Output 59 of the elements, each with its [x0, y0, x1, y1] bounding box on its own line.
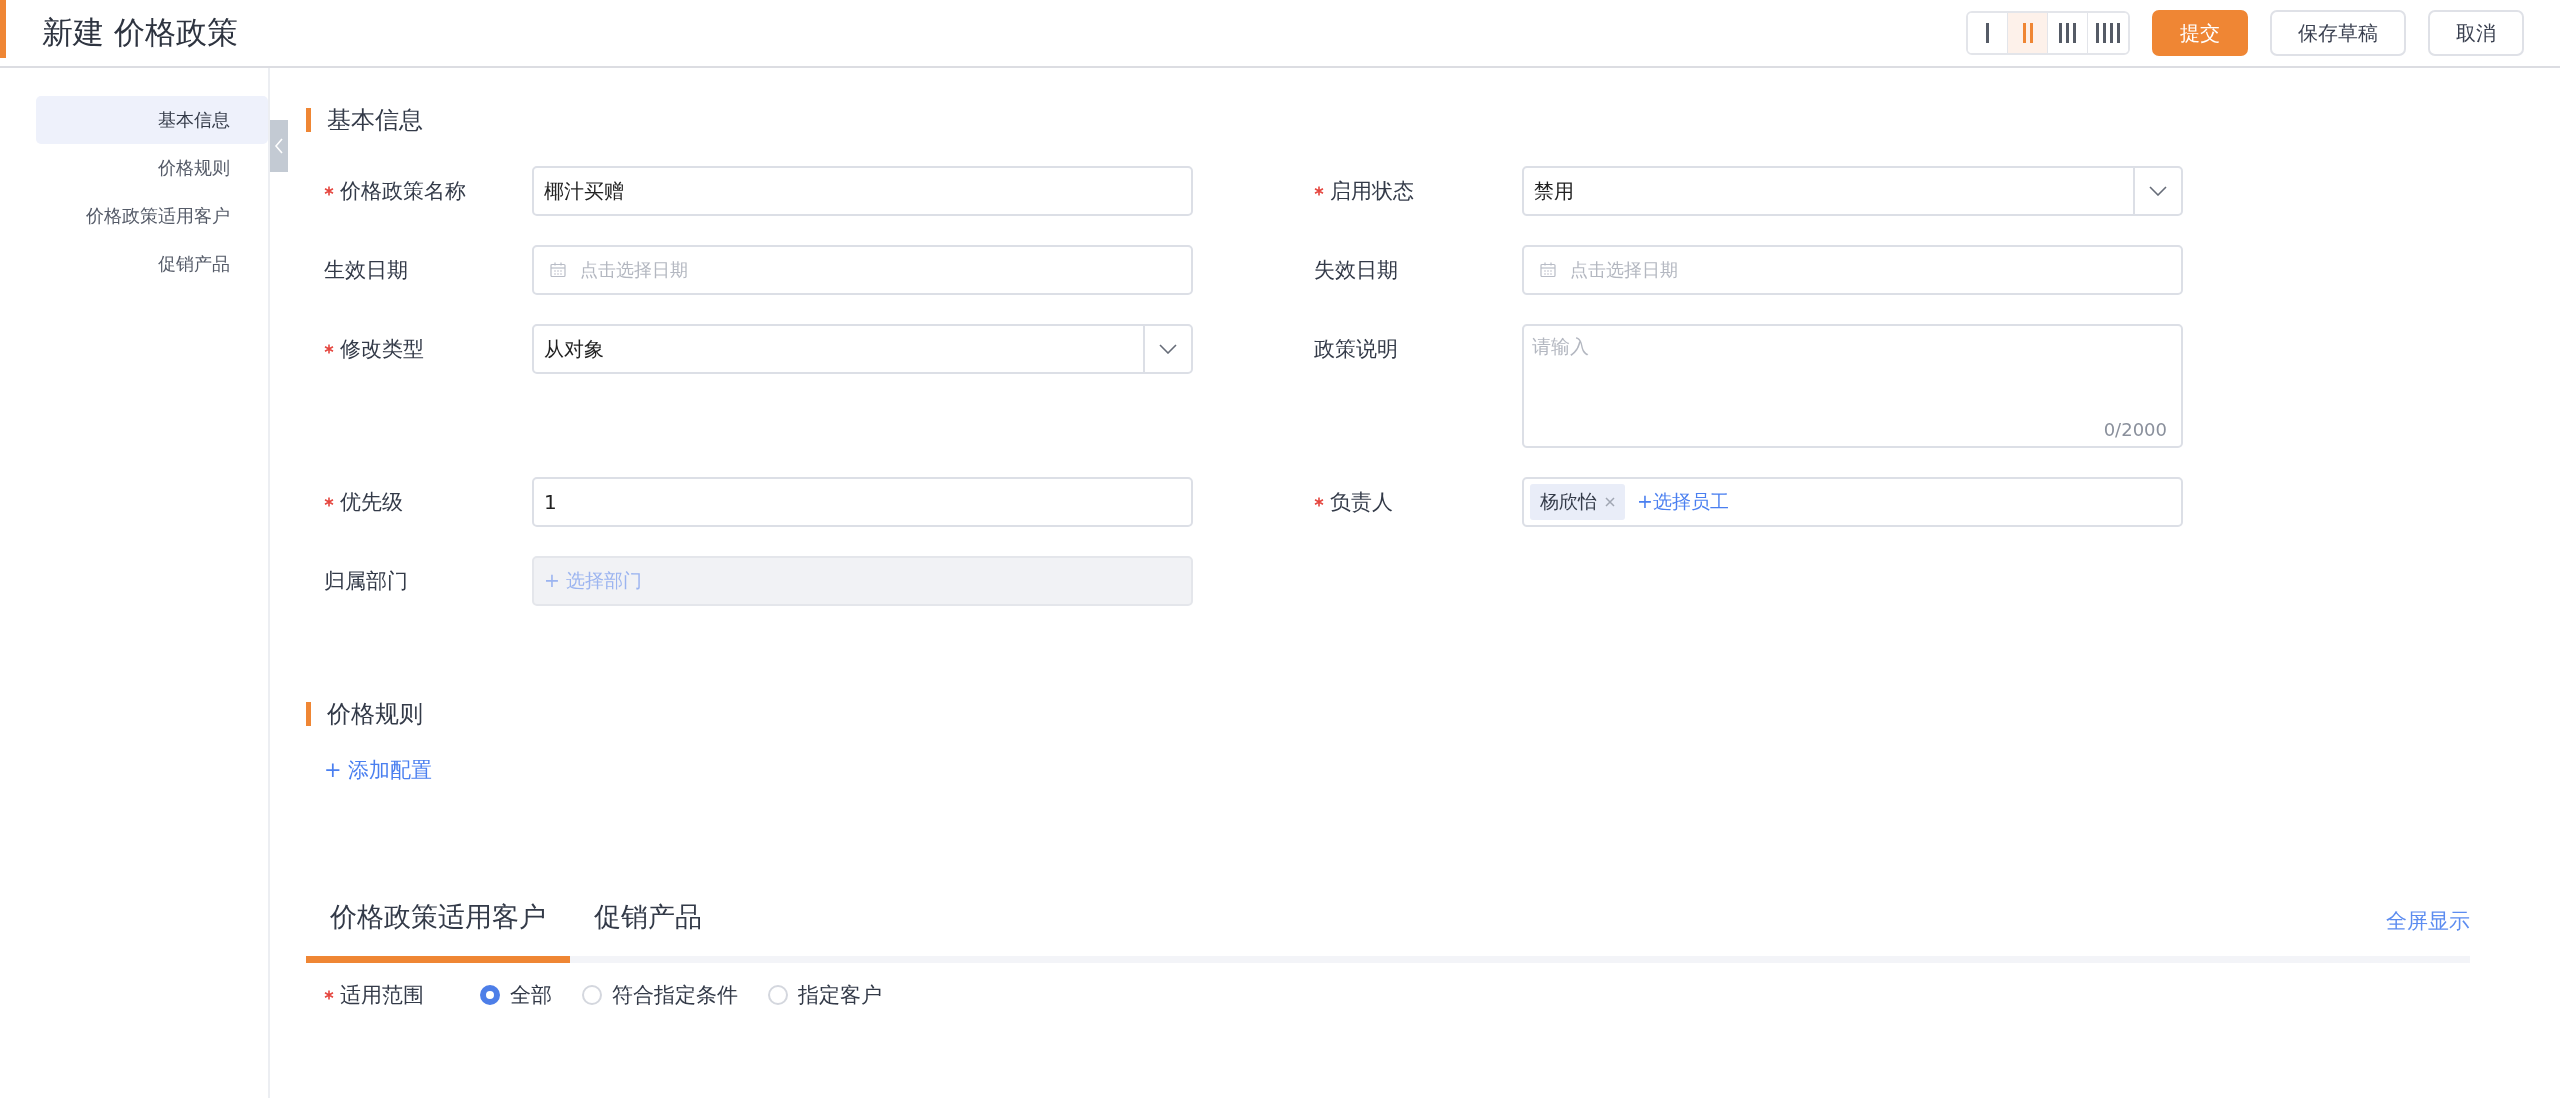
required-asterisk-icon: [324, 186, 334, 196]
field-label: 归属部门: [324, 568, 408, 595]
field-label: 优先级: [340, 489, 403, 516]
field-label: 失效日期: [1314, 257, 1398, 284]
columns-icon: [2059, 23, 2076, 43]
chevron-down-icon: [2149, 186, 2167, 196]
section-accent-bar: [306, 702, 311, 726]
field-label: 政策说明: [1314, 336, 1398, 363]
date-placeholder: 点击选择日期: [1570, 258, 1678, 282]
action-button[interactable]: 取消: [2428, 10, 2524, 56]
radio-label[interactable]: 符合指定条件: [612, 981, 738, 1009]
select-field[interactable]: 从对象: [532, 324, 1193, 374]
character-counter: 0/2000: [2103, 419, 2167, 440]
required-asterisk-icon: [1314, 186, 1324, 196]
field-label: 生效日期: [324, 257, 408, 284]
field-label: 价格政策名称: [340, 178, 466, 205]
sidebar-item[interactable]: 促销产品: [36, 240, 268, 288]
page-title: 新建 价格政策: [42, 13, 238, 52]
tag-label: 杨欣怡: [1540, 489, 1597, 514]
sidebar-item[interactable]: 基本信息: [36, 96, 268, 144]
section-title: 价格规则: [327, 699, 423, 730]
columns-icon: [2096, 23, 2120, 43]
field-label: 启用状态: [1330, 178, 1414, 205]
add-employee-link[interactable]: +选择员工: [1637, 489, 1729, 515]
collapse-handle[interactable]: [270, 120, 288, 172]
chevron-left-icon: [274, 138, 284, 154]
field-label: 适用范围: [340, 982, 424, 1009]
close-icon: [1605, 497, 1615, 507]
required-asterisk-icon: [324, 497, 334, 507]
employee-picker-field[interactable]: 杨欣怡 +选择员工: [1522, 477, 2183, 527]
section-title: 基本信息: [327, 105, 423, 136]
radio-label[interactable]: 指定客户: [798, 981, 882, 1009]
columns-icon: [2022, 23, 2033, 43]
text-input[interactable]: 椰汁买赠: [532, 166, 1193, 216]
date-placeholder: 点击选择日期: [580, 258, 688, 282]
tab[interactable]: 价格政策适用客户: [306, 888, 570, 963]
select-value: 从对象: [544, 335, 605, 363]
columns-icon: [1986, 23, 1989, 43]
radio-button[interactable]: [480, 985, 500, 1005]
select-field[interactable]: 禁用: [1522, 166, 2183, 216]
add-config-link[interactable]: + 添加配置: [324, 756, 433, 784]
sidebar-item[interactable]: 价格政策适用客户: [36, 192, 268, 240]
column-layout-button[interactable]: [1968, 13, 2008, 53]
select-value: 禁用: [1534, 177, 1575, 205]
field-label: 负责人: [1330, 489, 1393, 516]
tab[interactable]: 促销产品: [570, 888, 726, 963]
calendar-icon: [1540, 262, 1556, 278]
field-label: 修改类型: [340, 336, 424, 363]
textarea-placeholder: 请输入: [1532, 334, 1589, 359]
sidebar-item[interactable]: 价格规则: [36, 144, 268, 192]
calendar-icon: [550, 262, 566, 278]
required-asterisk-icon: [324, 990, 334, 1000]
action-button[interactable]: 保存草稿: [2270, 10, 2406, 56]
section-accent-bar: [306, 108, 311, 132]
required-asterisk-icon: [324, 344, 334, 354]
chevron-down-icon: [1159, 344, 1177, 354]
required-asterisk-icon: [1314, 497, 1324, 507]
radio-label[interactable]: 全部: [510, 981, 552, 1009]
text-input[interactable]: 1: [532, 477, 1193, 527]
